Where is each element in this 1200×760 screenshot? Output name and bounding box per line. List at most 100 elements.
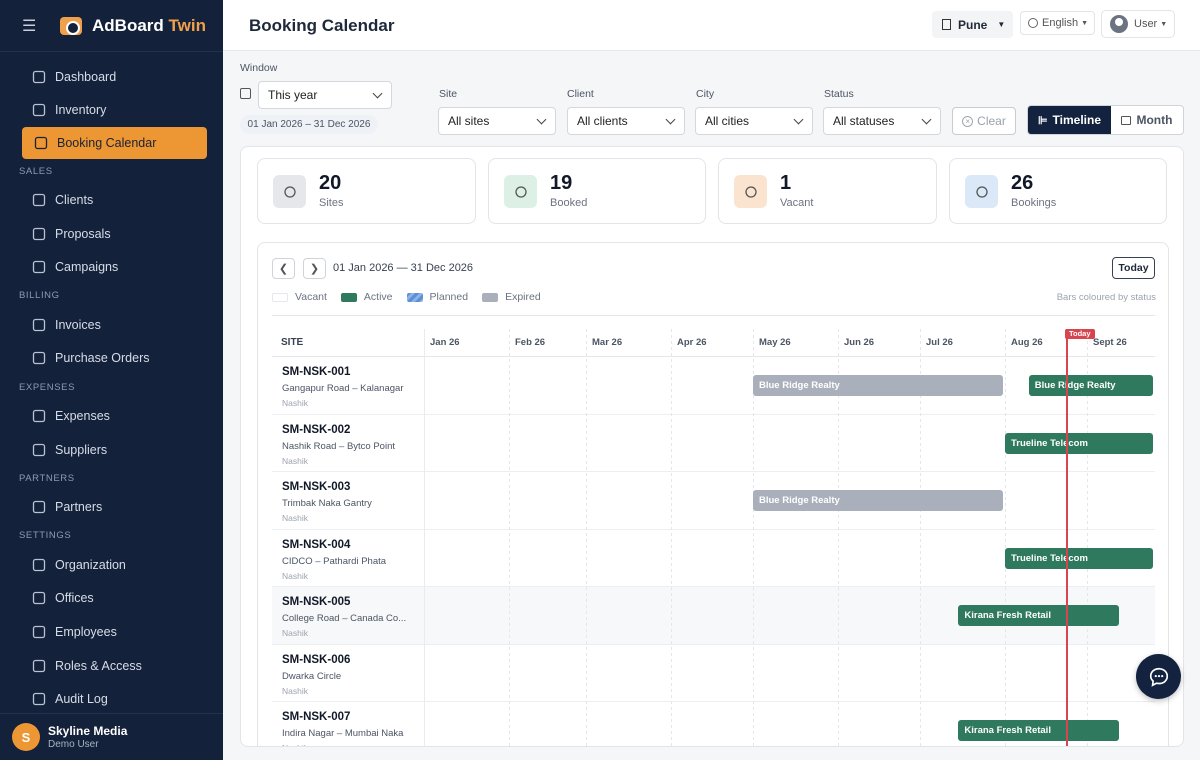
sidebar-item-label: Inventory [55, 103, 107, 118]
chevron-right-icon: ❯ [309, 263, 320, 275]
sidebar-item-employees[interactable]: Employees [0, 615, 223, 649]
sidebar-item-label: Offices [55, 591, 94, 606]
legend-label: Planned [429, 291, 469, 303]
city-selector-label: Pune [958, 17, 988, 32]
sidebar-item-offices[interactable]: Offices [0, 582, 223, 616]
sidebar-header: ☰ AdBoard Twin [0, 0, 223, 52]
stat-card-vacant: 1 Vacant [718, 158, 937, 224]
sidebar-item-audit-log[interactable]: Audit Log [0, 682, 223, 716]
table-row[interactable]: SM-NSK-001 Gangapur Road – Kalanagar Nashi… [272, 357, 1155, 415]
site-city: Nashik [282, 398, 308, 408]
client-select[interactable]: All clients [567, 107, 685, 135]
stat-value: 20 [319, 172, 342, 194]
site-code: SM-NSK-002 [282, 423, 351, 436]
sidebar-item-clients[interactable]: Clients [0, 183, 223, 217]
status-select-value: All statuses [833, 114, 895, 128]
clear-button[interactable]: × Clear [952, 107, 1016, 135]
sidebar-item-label: Expenses [55, 408, 110, 423]
globe-icon [1028, 18, 1038, 28]
truck-icon [30, 441, 47, 458]
sidebar-item-expenses[interactable]: Expenses [0, 399, 223, 433]
city-label: City [696, 88, 715, 100]
booking-bar[interactable]: Blue Ridge Realty [1028, 375, 1153, 396]
legend-item-active: Active [340, 291, 393, 303]
booking-bar[interactable]: Blue Ridge Realty [753, 490, 1003, 511]
sidebar-item-invoices[interactable]: Invoices [0, 308, 223, 342]
stat-card-bookings: 26 Bookings [949, 158, 1167, 224]
partners-icon [30, 499, 47, 516]
user-name: Skyline Media [48, 724, 128, 738]
sidebar-item-organization[interactable]: Organization [0, 548, 223, 582]
month-header: Apr 26 [677, 337, 707, 348]
booking-bar[interactable]: Kirana Fresh Retail [958, 720, 1119, 741]
legend-label: Vacant [295, 291, 327, 303]
sidebar-user[interactable]: S Skyline Media Demo User [0, 713, 223, 760]
sidebar-item-proposals[interactable]: Proposals [0, 217, 223, 251]
brand[interactable]: AdBoard Twin [92, 16, 206, 36]
language-selector[interactable]: English ▼ [1020, 11, 1095, 35]
today-marker [1066, 329, 1068, 746]
month-divider [671, 329, 672, 746]
sidebar-section-title: PARTNERS [19, 472, 75, 484]
booking-bar[interactable]: Kirana Fresh Retail [958, 605, 1119, 626]
prev-button[interactable]: ❮ [272, 258, 295, 279]
site-city: Nashik [282, 685, 308, 696]
table-row[interactable]: SM-NSK-003 Trimbak Naka Gantry Nashik [272, 472, 1155, 530]
sidebar-item-partners[interactable]: Partners [0, 490, 223, 524]
month-header: Mar 26 [592, 337, 623, 348]
status-select[interactable]: All statuses [823, 107, 941, 135]
booking-bar[interactable]: Trueline Telecom [1005, 547, 1153, 569]
month-header: Jan 26 [430, 337, 460, 348]
language-label: English [1042, 17, 1079, 29]
calendar-icon [1121, 115, 1132, 125]
chevron-down-icon [921, 114, 932, 125]
user-avatar-icon [1110, 15, 1128, 33]
sidebar-item-dashboard[interactable]: Dashboard [0, 60, 223, 94]
chevron-down-icon [536, 114, 547, 125]
sidebar-section-title: EXPENSES [19, 381, 76, 393]
sidebar-item-campaigns[interactable]: Campaigns [0, 250, 223, 284]
clear-button-label: Clear [977, 114, 1006, 128]
status-legend: Vacant Active Planned Expired [272, 291, 555, 303]
top-header: Booking Calendar Pune ▼ English ▼ User ▼ [223, 0, 1200, 51]
site-select[interactable]: All sites [438, 107, 556, 135]
sidebar-item-booking-calendar[interactable]: Booking Calendar [22, 127, 207, 160]
legend-label: Active [363, 291, 393, 303]
month-header: May 26 [759, 337, 791, 348]
sidebar-item-purchase-orders[interactable]: Purchase Orders [0, 342, 223, 376]
month-view-button[interactable]: Month [1111, 106, 1183, 134]
booking-bar[interactable]: Trueline Telecom [1005, 432, 1153, 454]
timeline-view-button[interactable]: ⊫ Timeline [1028, 106, 1111, 134]
timeline-view-label: Timeline [1052, 113, 1101, 127]
cube-icon [30, 102, 47, 119]
legend-note: Bars coloured by status [1056, 292, 1156, 303]
user-menu[interactable]: User ▼ [1101, 10, 1175, 38]
legend-item-expired: Expired [482, 291, 541, 303]
chat-icon [1149, 667, 1168, 687]
sidebar-item-label: Roles & Access [55, 658, 142, 673]
avatar: S [12, 723, 40, 751]
month-view-label: Month [1136, 113, 1173, 127]
booking-bar[interactable]: Blue Ridge Realty [753, 375, 1003, 396]
sidebar-item-roles-access[interactable]: Roles & Access [0, 649, 223, 683]
shield-icon [30, 657, 47, 674]
sidebar-item-suppliers[interactable]: Suppliers [0, 433, 223, 467]
today-button[interactable]: Today [1112, 257, 1155, 279]
legend-swatch [482, 292, 499, 302]
stat-label: Sites [319, 197, 344, 209]
window-select[interactable]: This year [258, 81, 392, 109]
table-row[interactable]: SM-NSK-006 Dwarka Circle Nashik [272, 645, 1155, 702]
month-header: Sept 26 [1093, 337, 1127, 348]
status-label: Status [824, 88, 854, 100]
sidebar-item-label: Organization [55, 557, 126, 572]
menu-icon[interactable]: ☰ [22, 16, 42, 36]
city-select[interactable]: All cities [695, 107, 813, 135]
sidebar-item-label: Dashboard [55, 69, 117, 84]
month-divider [586, 329, 587, 746]
check-circle-icon [504, 175, 537, 208]
next-button[interactable]: ❯ [303, 258, 326, 279]
chat-button[interactable] [1136, 654, 1181, 699]
city-selector[interactable]: Pune ▼ [932, 11, 1013, 38]
sidebar-item-inventory[interactable]: Inventory [0, 94, 223, 128]
site-address: Trimbak Naka Gantry [282, 498, 372, 509]
